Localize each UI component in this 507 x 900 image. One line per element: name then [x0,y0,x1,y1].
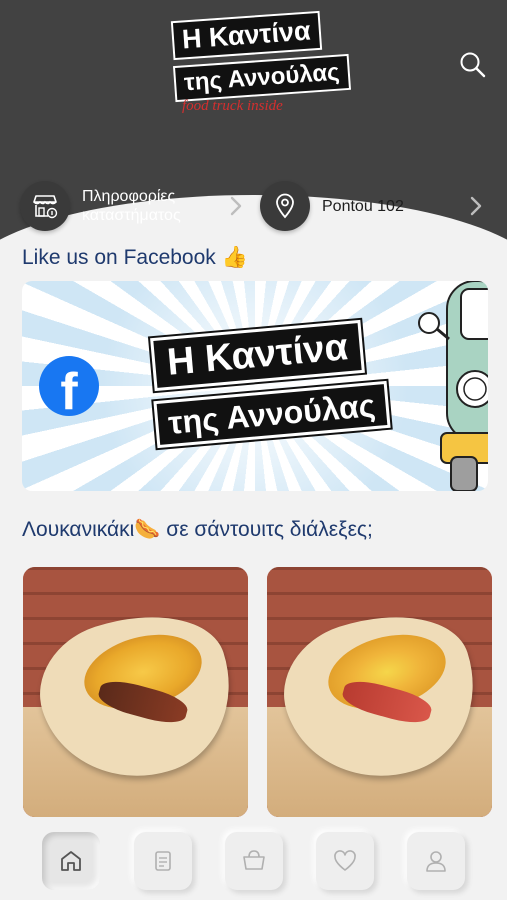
facebook-banner[interactable]: f Η Καντίνα της Αννούλας [22,281,488,491]
search-button[interactable] [458,50,488,80]
brand-logo-line2: της Αννούλας [172,53,351,103]
address-label: Pontou 102 [322,197,404,215]
bottom-navigation [0,818,507,900]
menu-icon [155,851,171,871]
product-card[interactable] [23,567,248,817]
nav-cart-button[interactable] [225,832,283,890]
nav-menu-button[interactable] [134,832,192,890]
food-truck-illustration [418,281,488,491]
nav-home-button[interactable] [42,832,100,890]
profile-icon [426,851,446,872]
facebook-icon: f [39,356,99,416]
nav-favorites-button[interactable] [316,832,374,890]
store-info-button[interactable]: Πληροφορίες καταστήματος [20,180,202,232]
brand-logo-line1: Η Καντίνα [170,10,322,61]
products-section-title: Λουκανικάκι🌭 σε σάντουιτς διάλεξες; [22,518,373,541]
store-info-label: Πληροφορίες καταστήματος [82,188,181,224]
brand-logo[interactable]: Η Καντίνα της Αννούλας food truck inside [168,8,351,118]
location-pin-icon [260,181,310,231]
search-icon [460,52,486,78]
home-icon [61,851,81,871]
chevron-right-icon [470,196,482,216]
favorites-icon [334,850,356,871]
store-info-row: Πληροφορίες καταστήματος Pontou 102 [0,180,507,235]
address-button[interactable]: Pontou 102 [260,180,404,232]
cart-icon [243,850,265,870]
chevron-right-icon [230,196,242,216]
brand-tagline: food truck inside [182,98,283,114]
nav-profile-button[interactable] [407,832,465,890]
facebook-section-title: Like us on Facebook 👍 [22,246,248,269]
product-card[interactable] [267,567,492,817]
store-icon [20,181,70,231]
